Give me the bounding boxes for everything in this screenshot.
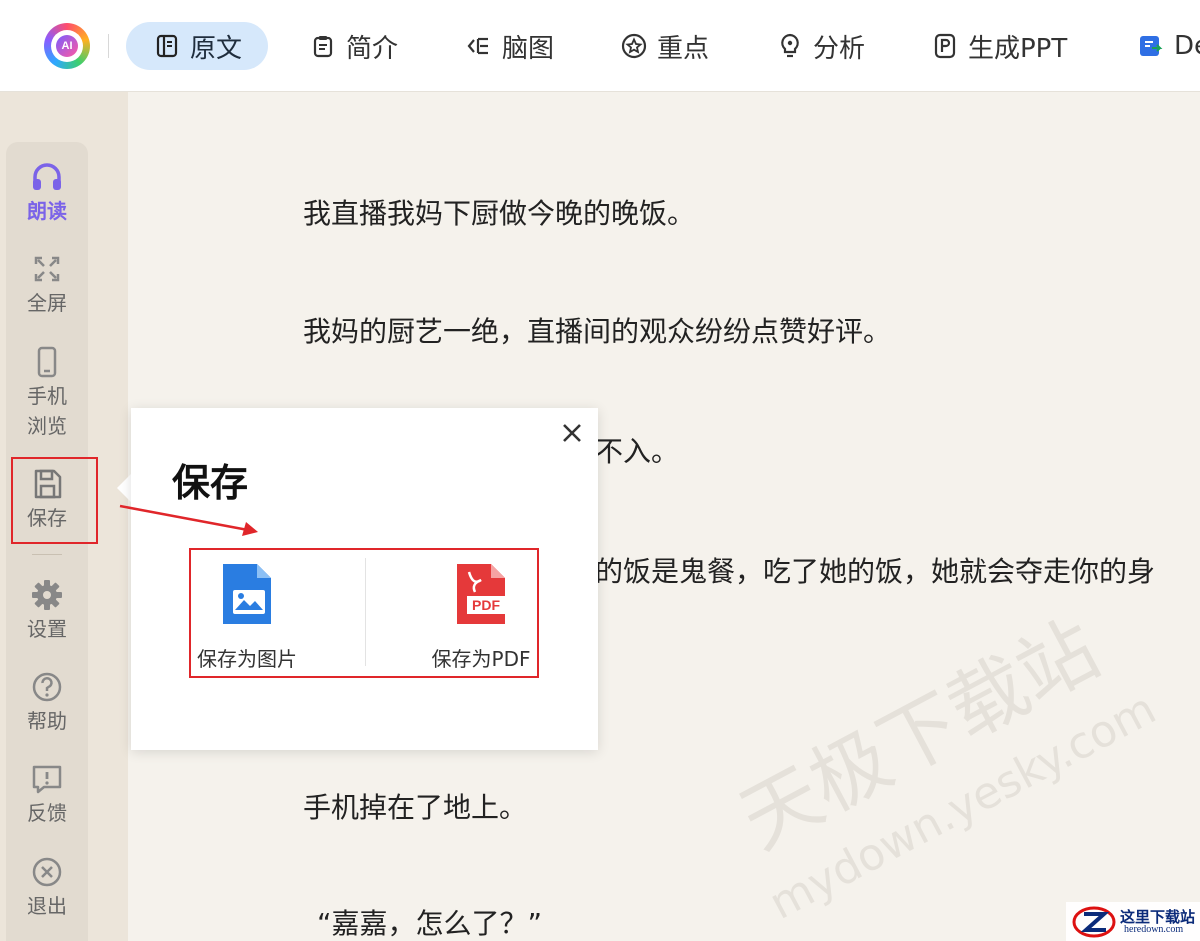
tab-export-doc[interactable]: De [1138,22,1200,70]
close-icon[interactable] [559,422,585,448]
sidebar-item-label: 浏览 [27,414,67,438]
sidebar-divider [32,554,62,555]
tab-label: 原文 [190,33,243,64]
watermark: 天极下载站 mydown.yesky.com [727,620,1165,920]
tab-generate-ppt[interactable]: 生成PPT [932,22,1067,70]
option-label: 保存为图片 [197,647,297,671]
pdf-icon-text: PDF [472,597,500,613]
sidebar-item-label: 全屏 [27,291,67,315]
sidebar-item-read-aloud[interactable]: 朗读 [6,160,88,226]
save-popup: 保存 保存为图片 PDF 保存为PDF [131,408,598,750]
mindmap-icon [466,33,492,59]
sidebar-item-label: 退出 [27,894,67,918]
save-as-image-button[interactable]: 保存为图片 [195,562,299,672]
feedback-icon [30,762,64,796]
tab-label: 脑图 [502,33,555,64]
tab-label: 重点 [657,33,710,64]
ppt-icon [932,33,958,59]
paragraph: 不入。 [595,435,680,468]
tab-label: De [1174,31,1200,61]
sidebar-item-label: 设置 [27,617,67,641]
paragraph: “嘉嘉，怎么了？” [317,907,543,940]
lightbulb-icon [777,33,803,59]
badge-text-en: heredown.com [1124,924,1184,935]
options-divider [365,558,366,666]
clipboard-icon [310,33,336,59]
popup-caret [117,474,131,502]
logo-inner: AI [51,30,83,62]
help-icon [30,670,64,704]
sidebar-item-label: 帮助 [27,709,67,733]
option-label: 保存为PDF [431,647,531,671]
tab-summary[interactable]: 简介 [310,22,398,70]
site-badge: 这里下载站 heredown.com [1066,902,1200,941]
sidebar-item-help[interactable]: 帮助 [6,670,88,736]
tab-label: 生成PPT [968,33,1068,64]
popup-title: 保存 [172,461,249,505]
star-circle-icon [621,33,647,59]
sidebar-item-exit[interactable]: 退出 [6,855,88,921]
tab-label: 分析 [813,33,866,64]
sidebar-item-label: 反馈 [27,801,67,825]
paragraph: 手机掉在了地上。 [303,791,528,824]
paragraph: 的饭是鬼餐，吃了她的饭，她就会夺走你的身 [595,555,1156,588]
tab-label: 简介 [346,33,399,64]
tab-analysis[interactable]: 分析 [777,22,865,70]
sidebar-item-label: 手机 [27,384,67,408]
watermark-cn: 天极下载站 [727,620,1114,867]
pdf-file-icon: PDF [429,562,533,631]
tab-keypoints[interactable]: 重点 [621,22,709,70]
tab-mindmap[interactable]: 脑图 [466,22,554,70]
paragraph: 我妈的厨艺一绝，直播间的观众纷纷点赞好评。 [303,315,892,348]
paragraph: 我直播我妈下厨做今晚的晚饭。 [303,197,696,230]
headphones-icon [30,160,64,194]
sidebar-item-fullscreen[interactable]: 全屏 [6,252,88,318]
logo-ai-text: AI [56,35,78,57]
tab-original[interactable]: 原文 [126,22,269,70]
app-logo[interactable]: AI [44,23,90,69]
fullscreen-icon [30,252,64,286]
document-icon [154,33,180,59]
save-as-pdf-button[interactable]: PDF 保存为PDF [429,562,533,672]
sidebar-item-feedback[interactable]: 反馈 [6,762,88,828]
badge-logo-icon [1072,906,1116,938]
sidebar-item-label: 朗读 [27,199,67,223]
exit-icon [30,855,64,889]
watermark-en: mydown.yesky.com [761,683,1164,920]
save-highlight-box [11,457,98,544]
sidebar-item-settings[interactable]: 设置 [6,578,88,644]
gear-icon [30,578,64,612]
sidebar-item-mobile-view[interactable]: 手机 浏览 [6,345,88,441]
export-doc-icon [1138,33,1164,59]
image-file-icon [195,562,299,631]
top-toolbar: AI 原文 简介 脑图 重点 分析 生成PPT D [0,0,1200,92]
toolbar-divider [108,34,109,58]
phone-icon [30,345,64,379]
annotation-arrow [119,504,258,536]
